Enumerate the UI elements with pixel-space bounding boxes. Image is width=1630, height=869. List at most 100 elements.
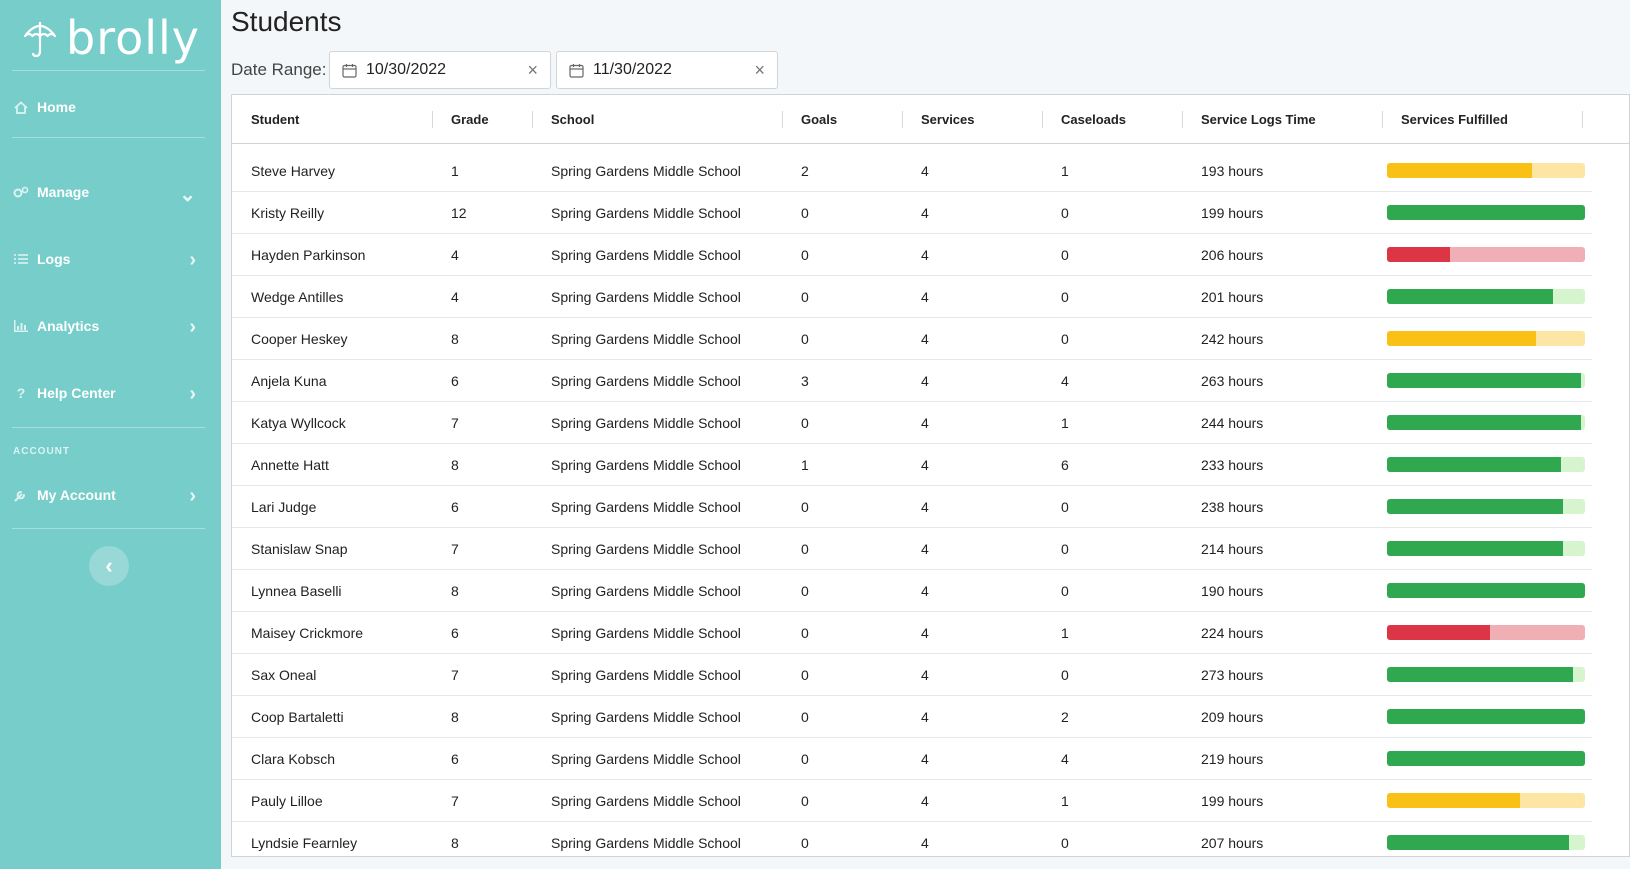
services-fulfilled-bar-fill [1387,415,1582,430]
column-header-services-fulfilled[interactable]: Services Fulfilled [1401,95,1508,144]
grade-cell: 7 [451,414,459,431]
table-row[interactable]: Stanislaw Snap 7 Spring Gardens Middle Sch… [232,528,1592,570]
services-cell: 4 [921,246,929,263]
services-fulfilled-bar [1387,583,1585,598]
services-fulfilled-bar [1387,835,1585,850]
student-name-cell: Kristy Reilly [251,204,325,221]
student-name-cell: Coop Bartaletti [251,708,344,725]
services-fulfilled-bar-fill [1387,373,1582,388]
table-row[interactable]: Wedge Antilles 4 Spring Gardens Middle Sch… [232,276,1592,318]
sidebar-item-manage[interactable]: Manage ⌄ [13,180,208,206]
student-name-cell: Cooper Heskey [251,330,348,347]
table-header: Student Grade School Goals Services Case… [232,95,1629,144]
grade-cell: 7 [451,666,459,683]
calendar-icon [569,63,584,78]
student-name-cell: Katya Wyllcock [251,414,346,431]
services-fulfilled-bar-fill [1387,205,1585,220]
table-row[interactable]: Anjela Kuna 6 Spring Gardens Middle School… [232,360,1592,402]
table-row[interactable]: Pauly Lilloe 7 Spring Gardens Middle Schoo… [232,780,1592,822]
end-date-input[interactable]: 11/30/2022 × [556,51,778,89]
services-fulfilled-bar-fill [1387,625,1490,640]
column-divider [1382,111,1383,128]
grade-cell: 8 [451,834,459,851]
column-header-caseloads[interactable]: Caseloads [1061,95,1126,144]
grade-cell: 1 [451,162,459,179]
table-row[interactable]: Clara Kobsch 6 Spring Gardens Middle Schoo… [232,738,1592,780]
student-name-cell: Clara Kobsch [251,750,336,767]
services-cell: 4 [921,414,929,431]
services-cell: 4 [921,708,929,725]
sidebar-item-help-center[interactable]: ? Help Center › [13,381,208,405]
service-logs-time-cell: 233 hours [1201,456,1264,473]
goals-cell: 0 [801,498,809,515]
table-row[interactable]: Kristy Reilly 12 Spring Gardens Middle Sch… [232,192,1592,234]
bar-chart-icon [13,318,29,334]
brolly-logo[interactable]: brolly [22,10,200,65]
school-cell: Spring Gardens Middle School [551,540,741,557]
table-row[interactable]: Lyndsie Fearnley 8 Spring Gardens Middle S… [232,822,1592,856]
table-row[interactable]: Sax Oneal 7 Spring Gardens Middle School 0 4… [232,654,1592,696]
services-cell: 4 [921,834,929,851]
grade-cell: 8 [451,708,459,725]
sidebar-item-label: My Account [37,487,116,503]
caseloads-cell: 0 [1061,666,1069,683]
student-name-cell: Wedge Antilles [251,288,344,305]
column-header-service-logs-time[interactable]: Service Logs Time [1201,95,1316,144]
table-row[interactable]: Katya Wyllcock 7 Spring Gardens Middle Sch… [232,402,1592,444]
sidebar-item-logs[interactable]: Logs › [13,247,208,271]
school-cell: Spring Gardens Middle School [551,834,741,851]
grade-cell: 7 [451,792,459,809]
student-name-cell: Lari Judge [251,498,317,515]
caseloads-cell: 0 [1061,582,1069,599]
table-body: Steve Harvey 1 Spring Gardens Middle Schoo… [232,150,1592,856]
column-header-services[interactable]: Services [921,95,975,144]
services-fulfilled-bar-fill [1387,247,1451,262]
service-logs-time-cell: 209 hours [1201,708,1264,725]
services-fulfilled-bar [1387,373,1585,388]
student-name-cell: Anjela Kuna [251,372,327,389]
table-row[interactable]: Lynnea Baselli 8 Spring Gardens Middle Sch… [232,570,1592,612]
service-logs-time-cell: 242 hours [1201,330,1264,347]
caseloads-cell: 0 [1061,330,1069,347]
sidebar-item-analytics[interactable]: Analytics › [13,314,208,338]
school-cell: Spring Gardens Middle School [551,414,741,431]
end-date-value: 11/30/2022 [593,61,672,78]
grade-cell: 6 [451,498,459,515]
table-row[interactable]: Maisey Crickmore 6 Spring Gardens Middle S… [232,612,1592,654]
table-row[interactable]: Annette Hatt 8 Spring Gardens Middle Schoo… [232,444,1592,486]
goals-cell: 2 [801,162,809,179]
grade-cell: 6 [451,624,459,641]
chevron-left-icon: ‹ [105,553,113,578]
grade-cell: 8 [451,330,459,347]
grade-cell: 4 [451,288,459,305]
collapse-sidebar-button[interactable]: ‹ [89,546,129,586]
sidebar-item-my-account[interactable]: My Account › [13,483,208,507]
sidebar-item-home[interactable]: Home [13,95,208,119]
column-header-grade[interactable]: Grade [451,95,489,144]
table-row[interactable]: Cooper Heskey 8 Spring Gardens Middle Scho… [232,318,1592,360]
divider [12,70,205,71]
table-row[interactable]: Hayden Parkinson 4 Spring Gardens Middle S… [232,234,1592,276]
sidebar-item-label: Home [37,99,76,115]
table-row[interactable]: Lari Judge 6 Spring Gardens Middle School 0… [232,486,1592,528]
column-header-school[interactable]: School [551,95,594,144]
start-date-input[interactable]: 10/30/2022 × [329,51,551,89]
column-header-student[interactable]: Student [251,95,299,144]
chevron-right-icon: › [189,485,196,507]
caseloads-cell: 0 [1061,246,1069,263]
table-row[interactable]: Steve Harvey 1 Spring Gardens Middle Schoo… [232,150,1592,192]
clear-start-date-icon[interactable]: × [527,60,538,81]
goals-cell: 0 [801,540,809,557]
services-fulfilled-bar [1387,247,1585,262]
service-logs-time-cell: 207 hours [1201,834,1264,851]
divider [12,528,205,529]
clear-end-date-icon[interactable]: × [754,60,765,81]
column-divider [432,111,433,128]
table-row[interactable]: Coop Bartaletti 8 Spring Gardens Middle Sc… [232,696,1592,738]
caseloads-cell: 0 [1061,498,1069,515]
column-header-goals[interactable]: Goals [801,95,837,144]
sidebar-item-label: Manage [37,184,90,200]
services-cell: 4 [921,582,929,599]
service-logs-time-cell: 201 hours [1201,288,1264,305]
student-name-cell: Sax Oneal [251,666,317,683]
